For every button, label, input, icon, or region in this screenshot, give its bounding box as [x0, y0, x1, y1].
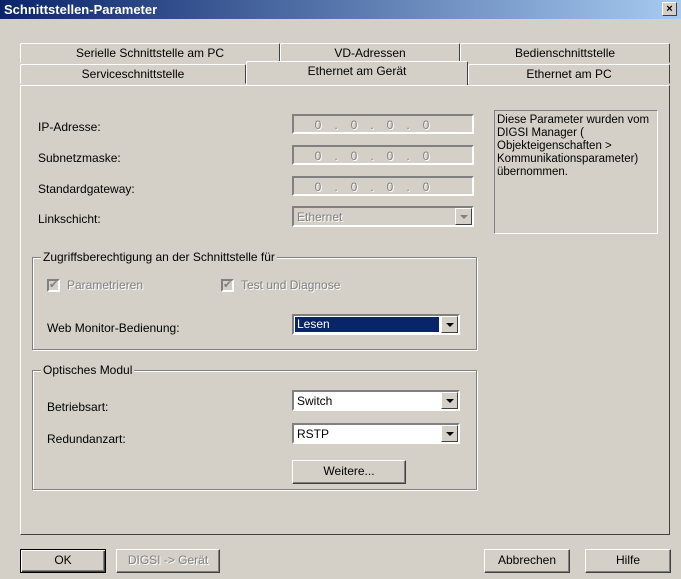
- web-monitor-select[interactable]: Lesen: [292, 314, 460, 335]
- tab-bedienschnittstelle[interactable]: Bedienschnittstelle: [460, 43, 670, 63]
- link-layer-value: Ethernet: [297, 210, 343, 224]
- operating-mode-label: Betriebsart:: [47, 400, 109, 414]
- ok-button[interactable]: OK: [20, 549, 106, 573]
- more-button[interactable]: Weitere...: [292, 460, 406, 484]
- title-bar: Schnittstellen-Parameter ×: [0, 0, 681, 19]
- tab-ethernet-am-geraet[interactable]: Ethernet am Gerät: [246, 61, 468, 85]
- redundancy-value: RSTP: [297, 427, 330, 441]
- info-note: Diese Parameter wurden vom DIGSI Manager…: [494, 110, 658, 234]
- test-diagnose-label: Test und Diagnose: [241, 278, 341, 292]
- help-button[interactable]: Hilfe: [585, 549, 671, 573]
- tab-serviceschnittstelle[interactable]: Serviceschnittstelle: [20, 64, 246, 84]
- gateway-field: 0. 0. 0. 0: [292, 176, 474, 196]
- tab-vd-adressen[interactable]: VD-Adressen: [280, 43, 460, 63]
- operating-mode-value: Switch: [297, 394, 333, 408]
- chevron-down-icon[interactable]: [441, 316, 458, 333]
- link-layer-label: Linkschicht:: [38, 212, 101, 226]
- dialog-window: Schnittstellen-Parameter × Serielle Schn…: [0, 0, 681, 579]
- subnet-mask-field: 0. 0. 0. 0: [292, 145, 474, 165]
- access-groupbox: Zugriffsberechtigung an der Schnittstell…: [32, 250, 477, 350]
- subnet-mask-label: Subnetzmaske:: [38, 151, 121, 165]
- redundancy-select[interactable]: RSTP: [292, 423, 460, 444]
- ip-address-label: IP-Adresse:: [38, 120, 101, 134]
- window-title: Schnittstellen-Parameter: [4, 2, 158, 17]
- tab-panel: IP-Adresse: 0. 0. 0. 0 Subnetzmaske: 0. …: [20, 85, 670, 535]
- optical-module-groupbox: Optisches Modul Betriebsart: Switch Redu…: [32, 363, 477, 490]
- operating-mode-select[interactable]: Switch: [292, 390, 460, 411]
- chevron-down-icon[interactable]: [441, 425, 458, 442]
- close-button[interactable]: ×: [662, 2, 677, 16]
- cancel-button[interactable]: Abbrechen: [484, 549, 570, 573]
- web-monitor-value: Lesen: [295, 317, 439, 332]
- link-layer-select: Ethernet: [292, 206, 474, 227]
- parametrieren-label: Parametrieren: [67, 278, 144, 292]
- redundancy-label: Redundanzart:: [47, 432, 126, 446]
- optical-module-legend: Optisches Modul: [41, 363, 135, 377]
- gateway-label: Standardgateway:: [38, 182, 135, 196]
- digsi-to-device-button: DIGSI -> Gerät: [116, 549, 220, 573]
- ip-address-field: 0. 0. 0. 0: [292, 114, 474, 134]
- tab-serielle-schnittstelle[interactable]: Serielle Schnittstelle am PC: [20, 43, 280, 63]
- chevron-down-icon[interactable]: [441, 392, 458, 409]
- access-legend: Zugriffsberechtigung an der Schnittstell…: [41, 250, 277, 264]
- tab-ethernet-am-pc[interactable]: Ethernet am PC: [468, 64, 670, 84]
- web-monitor-label: Web Monitor-Bedienung:: [47, 321, 180, 335]
- parametrieren-checkbox: ✔: [47, 279, 60, 292]
- test-diagnose-checkbox: ✔: [221, 279, 234, 292]
- chevron-down-icon: [455, 208, 472, 225]
